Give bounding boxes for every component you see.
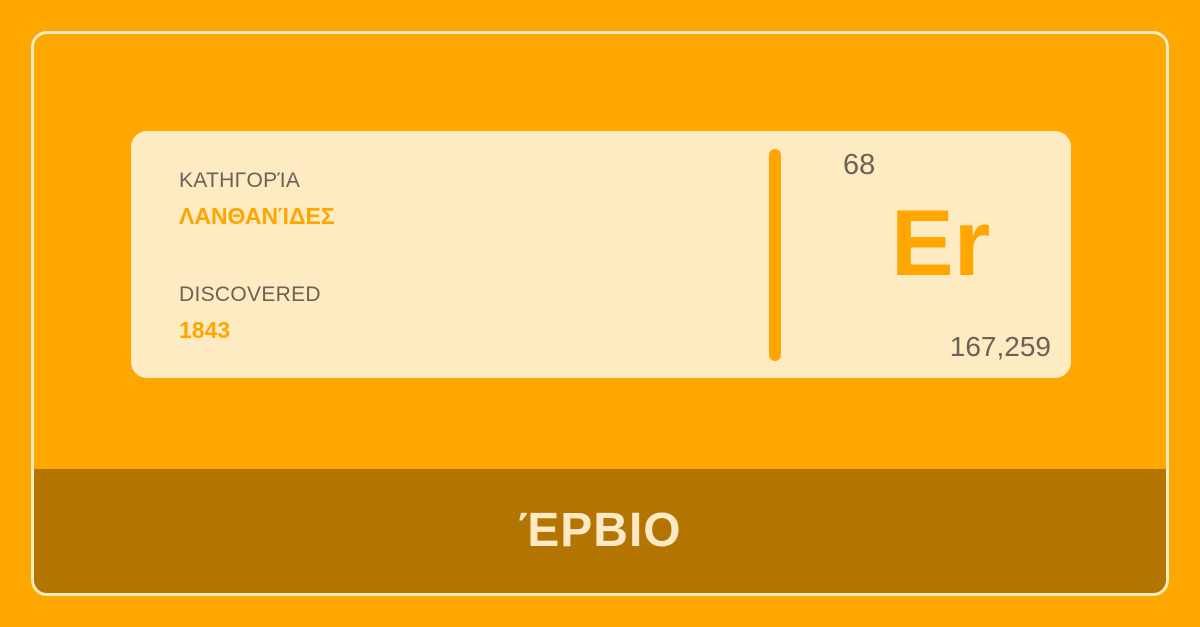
element-symbol: Er (891, 190, 991, 295)
element-name: ΈΡΒΙΟ (518, 504, 682, 557)
atomic-number: 68 (843, 149, 876, 181)
discovered-value: 1843 (179, 317, 231, 343)
name-banner: ΈΡΒΙΟ (34, 469, 1166, 593)
element-frame: ΚΑΤΗΓΟΡΊΑ ΛΑΝΘΑΝΊΔΕΣ DISCOVERED 1843 68 … (31, 31, 1169, 596)
vertical-divider (769, 149, 781, 361)
discovered-label: DISCOVERED (179, 283, 321, 306)
element-card: ΚΑΤΗΓΟΡΊΑ ΛΑΝΘΑΝΊΔΕΣ DISCOVERED 1843 68 … (131, 131, 1071, 378)
category-label: ΚΑΤΗΓΟΡΊΑ (179, 169, 301, 192)
category-value: ΛΑΝΘΑΝΊΔΕΣ (179, 203, 335, 229)
atomic-mass: 167,259 (949, 331, 1051, 362)
